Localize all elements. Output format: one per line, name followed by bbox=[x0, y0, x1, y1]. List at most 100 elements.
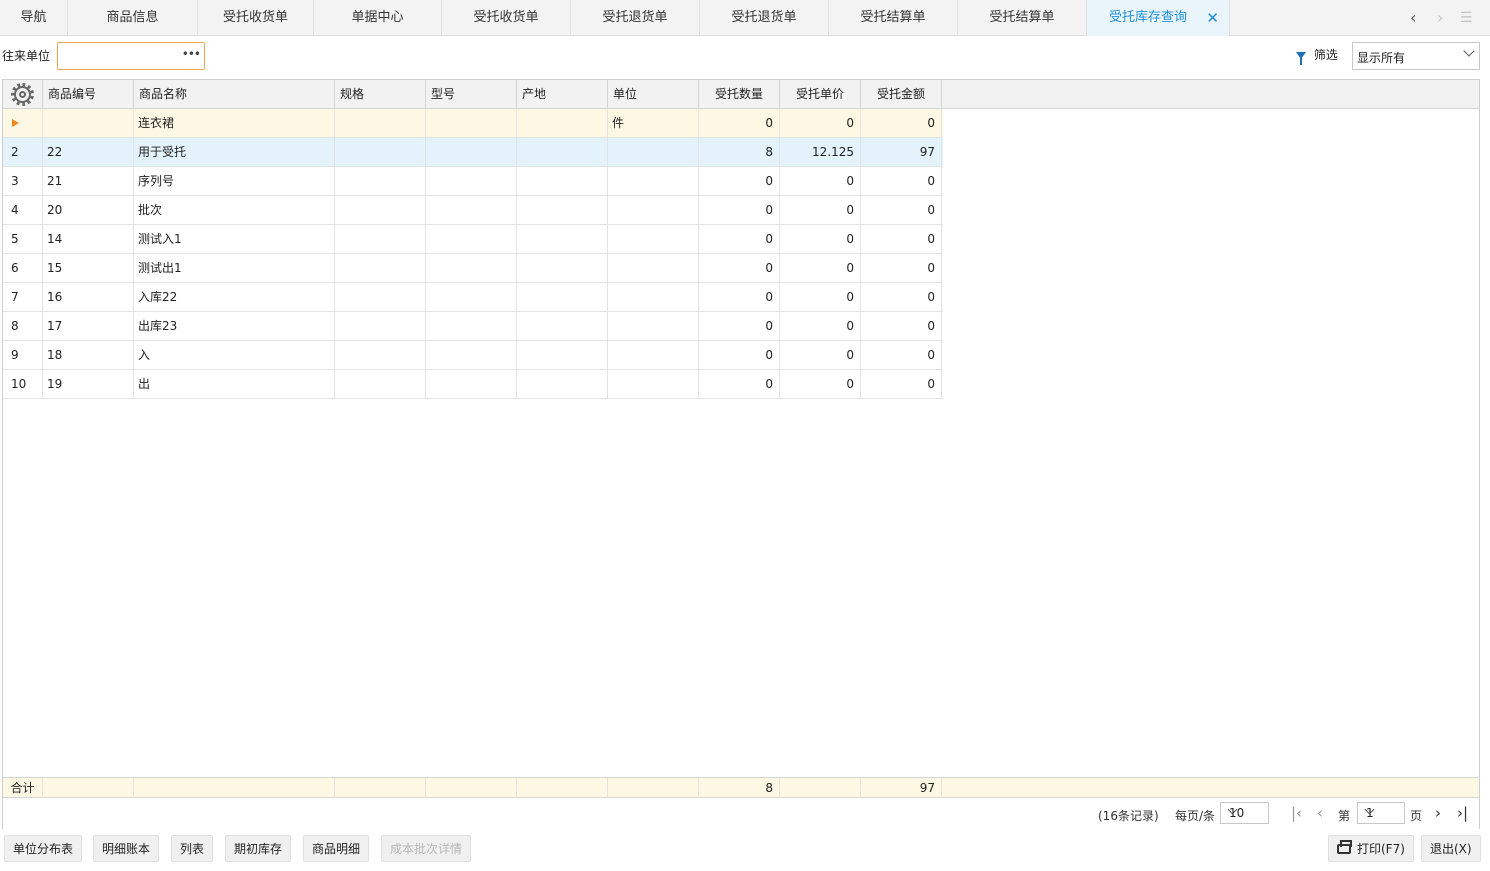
footer-cell bbox=[780, 778, 861, 798]
cell-amount: 0 bbox=[861, 254, 942, 283]
cell-origin bbox=[517, 109, 608, 138]
col-header-code[interactable]: 商品编号 bbox=[43, 80, 134, 109]
cell-unit bbox=[608, 341, 699, 370]
cell-qty: 0 bbox=[699, 312, 780, 341]
per-page-label: 每页/条 bbox=[1175, 809, 1216, 823]
list-button[interactable]: 列表 bbox=[171, 835, 214, 862]
per-page-select[interactable]: 10 bbox=[1220, 802, 1269, 824]
tab-consign-settlement[interactable]: 受托结算单 bbox=[829, 0, 958, 36]
cell-price: 0 bbox=[780, 254, 861, 283]
table-row[interactable]: 2 22 用于受托 8 12.125 97 bbox=[3, 138, 943, 167]
product-detail-button[interactable]: 商品明细 bbox=[303, 835, 370, 862]
opening-stock-button[interactable]: 期初库存 bbox=[225, 835, 292, 862]
close-icon[interactable] bbox=[1206, 0, 1219, 36]
filter-button[interactable]: 筛选 bbox=[1296, 46, 1338, 65]
cell-code bbox=[43, 109, 134, 138]
cell-code: 19 bbox=[43, 370, 134, 399]
partner-input[interactable] bbox=[62, 43, 182, 69]
table-row[interactable]: 4 20 批次 0 0 0 bbox=[3, 196, 943, 225]
prev-page-icon[interactable]: ‹ bbox=[1317, 804, 1323, 822]
unit-distribution-button[interactable]: 单位分布表 bbox=[4, 835, 83, 862]
table-row[interactable]: 7 16 入库22 0 0 0 bbox=[3, 283, 943, 312]
cell-spec bbox=[335, 283, 426, 312]
col-header-qty[interactable]: 受托数量 bbox=[699, 80, 780, 109]
cell-qty: 0 bbox=[699, 109, 780, 138]
cell-spec bbox=[335, 370, 426, 399]
tab-consign-return[interactable]: 受托退货单 bbox=[571, 0, 700, 36]
menu-list-icon[interactable]: ☰ bbox=[1460, 0, 1473, 36]
cell-amount: 0 bbox=[861, 341, 942, 370]
row-index: 2 bbox=[3, 138, 43, 167]
cell-name: 出库23 bbox=[134, 312, 335, 341]
tab-consign-settlement-2[interactable]: 受托结算单 bbox=[958, 0, 1087, 36]
cell-model bbox=[426, 109, 517, 138]
filter-label: 筛选 bbox=[1313, 48, 1338, 62]
cell-qty: 8 bbox=[699, 138, 780, 167]
cell-amount: 0 bbox=[861, 167, 942, 196]
tab-consign-stock-query[interactable]: 受托库存查询 bbox=[1087, 0, 1230, 36]
cell-amount: 0 bbox=[861, 109, 942, 138]
cell-qty: 0 bbox=[699, 167, 780, 196]
gear-icon[interactable] bbox=[11, 83, 34, 106]
cell-amount: 0 bbox=[861, 283, 942, 312]
cell-origin bbox=[517, 370, 608, 399]
cell-amount: 0 bbox=[861, 196, 942, 225]
detail-ledger-button[interactable]: 明细账本 bbox=[93, 835, 160, 862]
exit-button[interactable]: 退出(X) bbox=[1421, 835, 1481, 862]
cell-spec bbox=[335, 341, 426, 370]
cell-qty: 0 bbox=[699, 196, 780, 225]
cell-name: 序列号 bbox=[134, 167, 335, 196]
cell-amount: 97 bbox=[861, 138, 942, 167]
table-row[interactable]: 5 14 测试入1 0 0 0 bbox=[3, 225, 943, 254]
footer-cell bbox=[426, 778, 517, 798]
tab-consign-return-2[interactable]: 受托退货单 bbox=[700, 0, 829, 36]
stock-grid: 商品编号 商品名称 规格 型号 产地 单位 受托数量 受托单价 受托金额 连衣裙… bbox=[2, 79, 1480, 830]
tab-product-info[interactable]: 商品信息 bbox=[68, 0, 198, 36]
chevron-left-icon[interactable]: ‹ bbox=[1410, 0, 1416, 36]
total-amount: 97 bbox=[861, 778, 942, 798]
row-index bbox=[3, 109, 43, 138]
tab-consign-receipt-2[interactable]: 受托收货单 bbox=[442, 0, 571, 36]
cell-amount: 0 bbox=[861, 370, 942, 399]
col-header-unit[interactable]: 单位 bbox=[608, 80, 699, 109]
row-index: 3 bbox=[3, 167, 43, 196]
row-index: 6 bbox=[3, 254, 43, 283]
cell-price: 0 bbox=[780, 225, 861, 254]
table-row[interactable]: 9 18 入 0 0 0 bbox=[3, 341, 943, 370]
page-select[interactable]: 1 bbox=[1357, 802, 1405, 824]
cell-model bbox=[426, 225, 517, 254]
table-row[interactable]: 3 21 序列号 0 0 0 bbox=[3, 167, 943, 196]
tab-document-center[interactable]: 单据中心 bbox=[314, 0, 442, 36]
col-header-name[interactable]: 商品名称 bbox=[134, 80, 335, 109]
tab-nav[interactable]: 导航 bbox=[0, 0, 68, 36]
funnel-icon bbox=[1296, 52, 1306, 65]
next-page-icon[interactable]: › bbox=[1435, 804, 1441, 822]
print-button[interactable]: 打印(F7) bbox=[1328, 835, 1414, 862]
table-row[interactable]: 连衣裙件 0 0 0 bbox=[3, 109, 943, 138]
table-row[interactable]: 10 19 出 0 0 0 bbox=[3, 370, 943, 399]
col-header-spec[interactable]: 规格 bbox=[335, 80, 426, 109]
col-header-amount[interactable]: 受托金额 bbox=[861, 80, 942, 109]
partner-field[interactable]: ••• bbox=[57, 42, 205, 70]
col-header-price[interactable]: 受托单价 bbox=[780, 80, 861, 109]
cell-spec bbox=[335, 312, 426, 341]
record-count: (16条记录) bbox=[1098, 809, 1159, 823]
first-page-icon[interactable]: |‹ bbox=[1291, 804, 1302, 822]
column-settings[interactable] bbox=[3, 80, 43, 109]
cell-model bbox=[426, 138, 517, 167]
col-header-model[interactable]: 型号 bbox=[426, 80, 517, 109]
show-select[interactable]: 显示所有 bbox=[1352, 42, 1480, 70]
grid-header: 商品编号 商品名称 规格 型号 产地 单位 受托数量 受托单价 受托金额 bbox=[3, 80, 1479, 109]
table-row[interactable]: 6 15 测试出1 0 0 0 bbox=[3, 254, 943, 283]
cell-amount: 0 bbox=[861, 225, 942, 254]
cell-qty: 0 bbox=[699, 225, 780, 254]
cost-batch-detail-button[interactable]: 成本批次详情 bbox=[381, 835, 472, 862]
cell-name: 测试出1 bbox=[134, 254, 335, 283]
chevron-right-icon[interactable]: › bbox=[1437, 0, 1443, 36]
more-icon[interactable]: ••• bbox=[182, 47, 201, 61]
col-header-origin[interactable]: 产地 bbox=[517, 80, 608, 109]
cell-qty: 0 bbox=[699, 370, 780, 399]
table-row[interactable]: 8 17 出库23 0 0 0 bbox=[3, 312, 943, 341]
tab-consign-receipt[interactable]: 受托收货单 bbox=[198, 0, 314, 36]
last-page-icon[interactable]: ›| bbox=[1457, 804, 1468, 822]
